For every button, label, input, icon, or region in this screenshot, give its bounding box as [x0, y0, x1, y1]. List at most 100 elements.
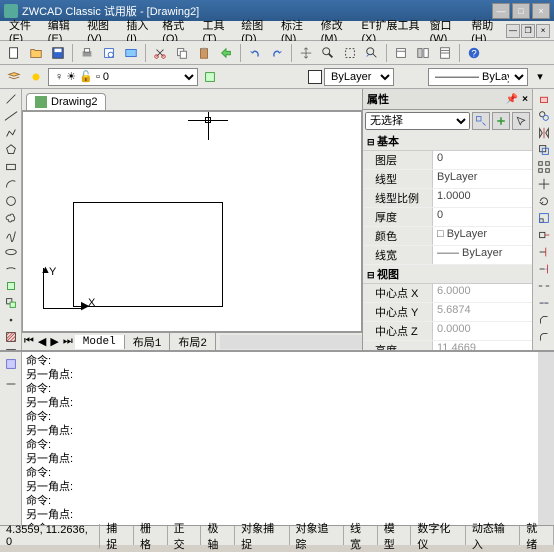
prop-value[interactable]: 0 — [433, 208, 532, 226]
copy-button[interactable] — [172, 43, 192, 63]
polygon-tool[interactable] — [2, 142, 20, 158]
array-tool[interactable] — [534, 159, 554, 175]
prop-row[interactable]: 线型比例1.0000 — [363, 189, 532, 208]
offset-tool[interactable] — [534, 142, 554, 158]
pin-icon[interactable]: 📌 — [506, 94, 518, 105]
status-toggle[interactable]: 数字化仪 — [411, 526, 465, 545]
open-button[interactable] — [26, 43, 46, 63]
panel-close-icon[interactable]: × — [522, 94, 528, 105]
fillet-tool[interactable] — [534, 329, 554, 345]
move-tool[interactable] — [534, 176, 554, 192]
layer-states-button[interactable] — [200, 67, 220, 87]
help-button[interactable]: ? — [464, 43, 484, 63]
status-toggle[interactable]: 极轴 — [201, 526, 235, 545]
doc-minimize-button[interactable]: — — [506, 24, 520, 38]
rectangle-tool[interactable] — [2, 159, 20, 175]
prop-value[interactable]: 6.0000 — [433, 284, 532, 302]
properties-button[interactable] — [391, 43, 411, 63]
chamfer-tool[interactable] — [534, 312, 554, 328]
model-tab[interactable]: Model — [75, 335, 125, 349]
print-button[interactable] — [77, 43, 97, 63]
status-toggle[interactable]: 正交 — [168, 526, 202, 545]
coord-display[interactable]: 4.3559, 11.2636, 0 — [0, 524, 100, 548]
status-toggle[interactable]: 对象追踪 — [290, 526, 344, 545]
erase-tool[interactable] — [534, 91, 554, 107]
status-toggle[interactable]: 捕捉 — [100, 526, 134, 545]
prop-value[interactable]: 11.4669 — [433, 341, 532, 350]
document-tab[interactable]: Drawing2 — [26, 93, 106, 110]
prop-value[interactable]: —— ByLayer — [433, 246, 532, 264]
tool-palette-button[interactable] — [435, 43, 455, 63]
color-combo[interactable]: ByLayer — [324, 68, 394, 86]
prop-row[interactable]: 厚度0 — [363, 208, 532, 227]
tab-nav-next[interactable]: ▶ — [48, 335, 60, 348]
prop-row[interactable]: 线宽—— ByLayer — [363, 246, 532, 265]
prop-group-header[interactable]: 基本 — [363, 132, 532, 151]
prop-row[interactable]: 高度11.4669 — [363, 341, 532, 350]
paste-button[interactable] — [194, 43, 214, 63]
print-preview-button[interactable] — [99, 43, 119, 63]
selection-combo[interactable]: 无选择 — [365, 112, 470, 130]
doc-close-button[interactable]: × — [536, 24, 550, 38]
stretch-tool[interactable] — [534, 227, 554, 243]
zoom-realtime-button[interactable] — [318, 43, 338, 63]
status-toggle[interactable]: 动态输入 — [466, 526, 520, 545]
layout2-tab[interactable]: 布局2 — [170, 333, 216, 351]
command-scrollbar[interactable] — [538, 352, 554, 525]
ellipse-tool[interactable] — [2, 244, 20, 260]
cmd-tool-1[interactable] — [1, 354, 21, 374]
spline-tool[interactable] — [2, 227, 20, 243]
prop-row[interactable]: 颜色□ ByLayer — [363, 227, 532, 246]
revcloud-tool[interactable] — [2, 210, 20, 226]
new-button[interactable] — [4, 43, 24, 63]
prop-row[interactable]: 线型ByLayer — [363, 170, 532, 189]
prop-value[interactable]: 5.6874 — [433, 303, 532, 321]
rotate-tool[interactable] — [534, 193, 554, 209]
status-toggle[interactable]: 对象捕捉 — [235, 526, 289, 545]
prop-row[interactable]: 中心点 X6.0000 — [363, 284, 532, 303]
hatch-tool[interactable] — [2, 329, 20, 345]
match-button[interactable] — [216, 43, 236, 63]
h-scrollbar[interactable] — [220, 335, 362, 349]
zoom-window-button[interactable] — [340, 43, 360, 63]
break-tool[interactable] — [534, 278, 554, 294]
trim-tool[interactable] — [534, 244, 554, 260]
copy-obj-tool[interactable] — [534, 108, 554, 124]
cmd-tool-2[interactable] — [1, 374, 21, 394]
select-objects-button[interactable] — [512, 112, 530, 130]
join-tool[interactable] — [534, 295, 554, 311]
layout1-tab[interactable]: 布局1 — [125, 333, 171, 351]
tab-nav-prev[interactable]: ◀ — [36, 335, 48, 348]
prop-row[interactable]: 中心点 Y5.6874 — [363, 303, 532, 322]
status-toggle[interactable]: 线宽 — [344, 526, 378, 545]
pan-button[interactable] — [296, 43, 316, 63]
prop-value[interactable]: 0.0000 — [433, 322, 532, 340]
prop-value[interactable]: □ ByLayer — [433, 227, 532, 245]
status-toggle[interactable]: 模型 — [378, 526, 412, 545]
prop-row[interactable]: 中心点 Z0.0000 — [363, 322, 532, 341]
arc-tool[interactable] — [2, 176, 20, 192]
drawn-rectangle[interactable] — [73, 202, 223, 307]
prop-value[interactable]: 1.0000 — [433, 189, 532, 207]
prop-row[interactable]: 图层0 — [363, 151, 532, 170]
color-swatch[interactable] — [308, 70, 322, 84]
layer-combo[interactable]: ♀ ☀ 🔓 ▫ 0 — [48, 68, 198, 86]
status-toggle[interactable]: 就绪 — [520, 526, 554, 545]
plot-button[interactable] — [121, 43, 141, 63]
circle-tool[interactable] — [2, 193, 20, 209]
status-toggle[interactable]: 栅格 — [134, 526, 168, 545]
linetype-combo[interactable]: ———— ByLayer — [428, 68, 528, 86]
zoom-previous-button[interactable] — [362, 43, 382, 63]
extend-tool[interactable] — [534, 261, 554, 277]
cut-button[interactable] — [150, 43, 170, 63]
prop-value[interactable]: ByLayer — [433, 170, 532, 188]
pickadd-button[interactable] — [492, 112, 510, 130]
make-block-tool[interactable] — [2, 295, 20, 311]
prop-group-header[interactable]: 视图 — [363, 265, 532, 284]
quick-select-button[interactable] — [472, 112, 490, 130]
insert-block-tool[interactable] — [2, 278, 20, 294]
doc-restore-button[interactable]: ❐ — [521, 24, 535, 38]
line-tool[interactable] — [2, 91, 20, 107]
xline-tool[interactable] — [2, 108, 20, 124]
ellipse-arc-tool[interactable] — [2, 261, 20, 277]
